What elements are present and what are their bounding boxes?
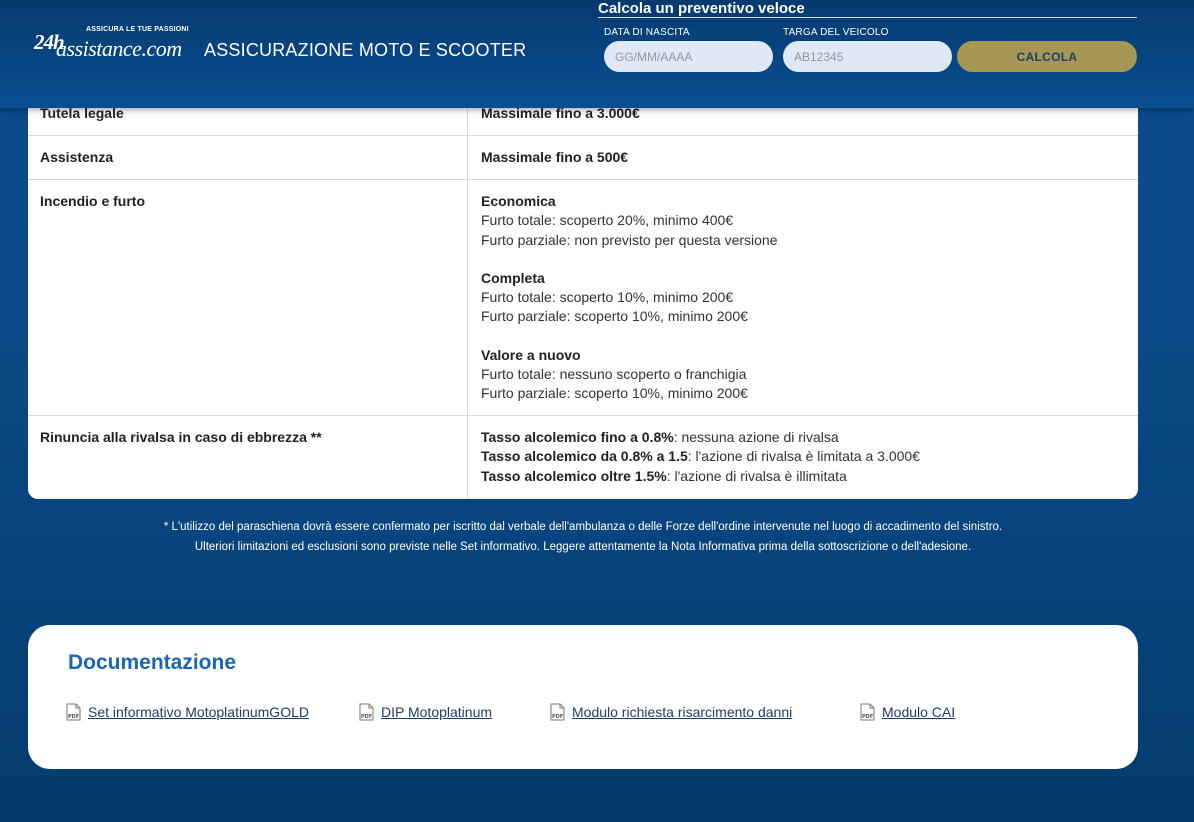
table-row: Assistenza Massimale fino a 500€ <box>28 136 1138 180</box>
table-cell-divider <box>28 180 468 415</box>
quick-quote-form: Calcola un preventivo veloce DATA DI NAS… <box>598 0 1138 100</box>
coverage-name: Rinuncia alla rivalsa in caso di ebbrezz… <box>40 429 322 445</box>
plate-label: TARGA DEL VEICOLO <box>783 27 889 38</box>
option-title: Valore a nuovo <box>481 346 581 363</box>
quote-form-divider <box>598 17 1137 18</box>
documentation-card: Documentazione PDF Set informativo Motop… <box>28 625 1138 769</box>
doc-link-dip[interactable]: PDF DIP Motoplatinum <box>359 703 492 721</box>
site-header: ASSICURA LE TUE PASSIONI 24h assistance.… <box>0 0 1194 108</box>
logo-brand: assistance.com <box>56 36 182 61</box>
option-title: Economica <box>481 193 556 209</box>
svg-text:PDF: PDF <box>68 714 79 720</box>
doc-link-label: Set informativo MotoplatinumGOLD <box>88 704 309 720</box>
coverage-name: Assistenza <box>40 149 114 165</box>
svg-text:PDF: PDF <box>862 714 873 720</box>
table-row: Rinuncia alla rivalsa in caso di ebbrezz… <box>28 416 1138 499</box>
doc-link-label: Modulo CAI <box>882 704 956 720</box>
option-line: Furto totale: scoperto 10%, minimo 200€ <box>481 289 734 306</box>
table-row: Incendio e furto Economica Furto totale:… <box>28 180 1138 416</box>
option-line: Furto totale: nessuno scoperto o franchi… <box>481 366 747 383</box>
birth-date-label: DATA DI NASCITA <box>604 27 690 38</box>
doc-link-label: DIP Motoplatinum <box>381 704 493 720</box>
documentation-title: Documentazione <box>68 651 237 674</box>
doc-link-modulo-cai[interactable]: PDF Modulo CAI <box>860 703 955 721</box>
pdf-file-icon: PDF <box>66 703 81 721</box>
doc-link-label: Modulo richiesta risarcimento danni <box>572 704 793 720</box>
logo-tagline: ASSICURA LE TUE PASSIONI <box>86 26 189 33</box>
plate-input[interactable] <box>783 41 952 72</box>
pdf-file-icon: PDF <box>860 703 875 721</box>
footnote-text: Ulteriori limitazioni ed esclusioni sono… <box>194 541 972 553</box>
option-line: Furto totale: scoperto 20%, minimo 400€ <box>481 212 734 229</box>
alcohol-rate-line: Tasso alcolemico fino a 0.8%: nessuna az… <box>481 429 839 445</box>
pdf-file-icon: PDF <box>550 703 565 721</box>
calculate-button[interactable]: CALCOLA <box>957 41 1137 72</box>
coverage-table: Tutela legale Massimale fino a 3.000€ As… <box>28 92 1138 499</box>
birth-date-input[interactable] <box>604 41 773 72</box>
option-line: Furto parziale: scoperto 10%, minimo 200… <box>481 385 748 402</box>
doc-link-set-informativo[interactable]: PDF Set informativo MotoplatinumGOLD <box>66 703 309 721</box>
coverage-detail-text: Massimale fino a 500€ <box>481 149 629 165</box>
pdf-file-icon: PDF <box>359 703 374 721</box>
option-title: Completa <box>481 269 545 286</box>
alcohol-rate-line: Tasso alcolemico oltre 1.5%: l'azione di… <box>481 467 847 484</box>
coverage-name: Incendio e furto <box>40 193 145 209</box>
svg-text:PDF: PDF <box>361 714 372 720</box>
option-line: Furto parziale: non previsto per questa … <box>481 231 778 248</box>
site-logo[interactable]: ASSICURA LE TUE PASSIONI 24h assistance.… <box>34 26 190 66</box>
theft-fire-options: Economica Furto totale: scoperto 20%, mi… <box>481 192 778 404</box>
footnote-text: * L'utilizzo del paraschiena dovrà esser… <box>163 521 1003 533</box>
drunk-driving-items: Tasso alcolemico fino a 0.8%: nessuna az… <box>481 428 920 486</box>
coverage-detail: Massimale fino a 500€ <box>481 148 628 167</box>
quote-form-title: Calcola un preventivo veloce <box>598 0 805 17</box>
alcohol-rate-line: Tasso alcolemico da 0.8% a 1.5: l'azione… <box>481 448 920 465</box>
doc-link-modulo-risarcimento[interactable]: PDF Modulo richiesta risarcimento danni <box>550 703 792 721</box>
page-heading: ASSICURAZIONE MOTO E SCOOTER <box>204 40 527 60</box>
svg-text:PDF: PDF <box>552 714 563 720</box>
option-line: Furto parziale: scoperto 10%, minimo 200… <box>481 308 748 325</box>
footnotes: * L'utilizzo del paraschiena dovrà esser… <box>0 517 1166 557</box>
